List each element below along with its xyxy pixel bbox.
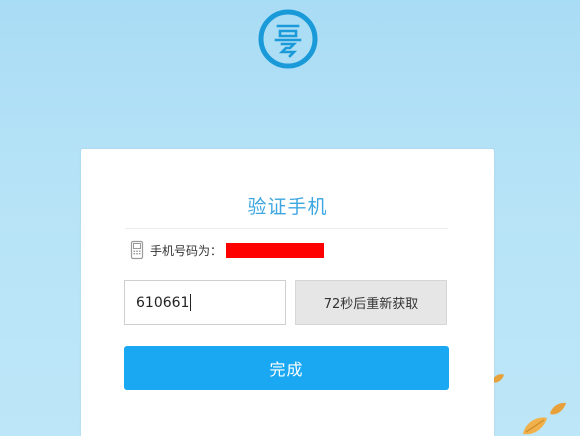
phone-number-row: 手机号码为： — [130, 240, 325, 260]
verification-code-input[interactable]: 610661 — [124, 280, 286, 325]
text-caret — [190, 294, 192, 311]
phone-number-label: 手机号码为： — [150, 243, 223, 258]
verify-phone-card: 验证手机 手机号码为： 610661 72秒后重新获取 完成 — [81, 149, 494, 436]
mobile-phone-icon — [130, 240, 144, 260]
decorative-leaf-icon — [550, 402, 566, 415]
decorative-leaf-icon — [523, 417, 547, 435]
resend-code-button[interactable]: 72秒后重新获取 — [295, 280, 447, 325]
title-divider — [125, 228, 448, 229]
ji-seal-logo-icon — [258, 9, 318, 69]
card-title: 验证手机 — [247, 196, 328, 218]
verification-code-value: 610661 — [136, 294, 190, 311]
done-button[interactable]: 完成 — [124, 346, 449, 390]
redacted-phone-number — [226, 242, 325, 258]
